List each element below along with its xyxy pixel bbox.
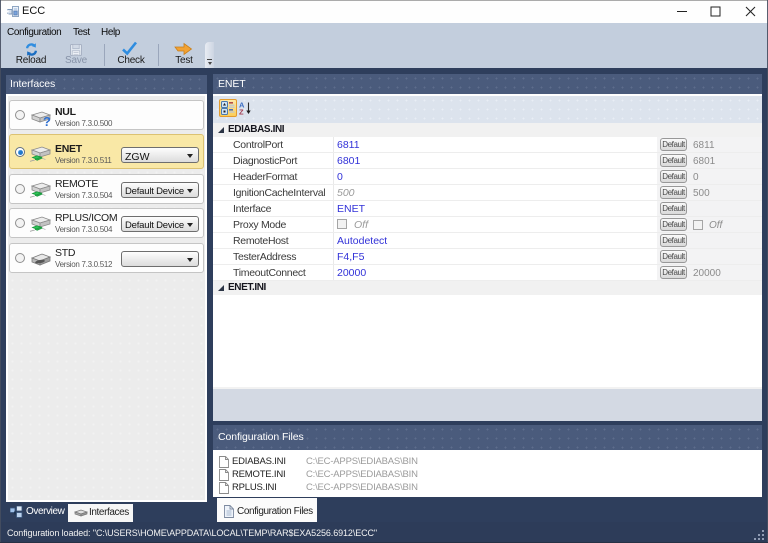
svg-text:?: ? — [43, 114, 51, 129]
svg-text:Z: Z — [239, 108, 244, 116]
